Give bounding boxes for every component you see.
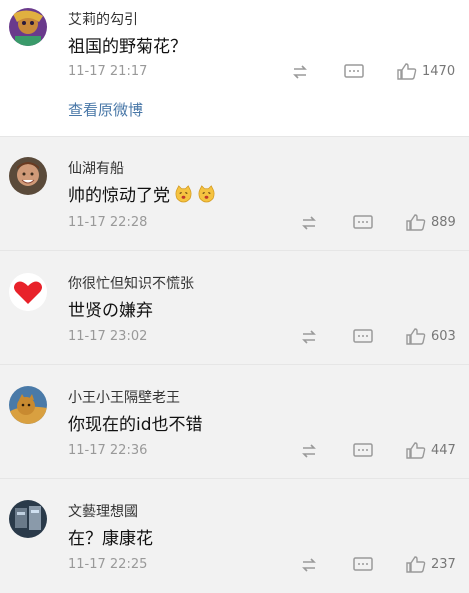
comment-text: 帅的惊动了党	[68, 181, 216, 206]
comment-item: 仙湖有船 帅的惊动了党 11-17 22:28 889	[0, 137, 469, 250]
comment-text-body: 你现在的id也不错	[68, 415, 203, 435]
thumbs-up-icon[interactable]	[405, 555, 427, 573]
username[interactable]: 仙湖有船	[68, 158, 124, 178]
cat-emoji-icon	[197, 184, 216, 203]
comment-text: 你现在的id也不错	[68, 410, 203, 435]
like-count: 889	[431, 215, 456, 230]
avatar[interactable]	[9, 157, 47, 195]
thumbs-up-icon[interactable]	[405, 441, 427, 459]
thumbs-up-icon[interactable]	[405, 327, 427, 345]
like-count: 237	[431, 557, 456, 572]
comment-time: 11-17 23:02	[68, 329, 148, 344]
comment-text: 在？康康花	[68, 524, 153, 549]
avatar[interactable]	[9, 273, 47, 311]
username[interactable]: 艾莉的勾引	[68, 9, 138, 29]
like-count: 447	[431, 443, 456, 458]
repost-icon[interactable]	[298, 214, 320, 232]
comment-text-body: 世贤の嫌弃	[68, 301, 153, 321]
like-count: 1470	[422, 64, 456, 79]
view-original-link[interactable]: 查看原微博	[68, 99, 143, 120]
comment-icon[interactable]	[352, 328, 374, 346]
comment-icon[interactable]	[343, 63, 365, 81]
comment-icon[interactable]	[352, 214, 374, 232]
repost-icon[interactable]	[298, 442, 320, 460]
comment-icon[interactable]	[352, 556, 374, 574]
thumbs-up-icon[interactable]	[396, 62, 418, 80]
avatar[interactable]	[9, 8, 47, 46]
repost-icon[interactable]	[298, 328, 320, 346]
avatar[interactable]	[9, 386, 47, 424]
comment-time: 11-17 21:17	[68, 64, 148, 79]
username[interactable]: 小王小王隔壁老王	[68, 387, 180, 407]
cat-emoji-icon	[174, 184, 193, 203]
like-count: 603	[431, 329, 456, 344]
comment-item: 你很忙但知识不慌张 世贤の嫌弃 11-17 23:02 603	[0, 251, 469, 364]
username[interactable]: 文藝理想國	[68, 501, 138, 521]
comment-time: 11-17 22:28	[68, 215, 148, 230]
comment-text: 祖国的野菊花？	[68, 32, 187, 57]
comment-item: 艾莉的勾引 祖国的野菊花？ 11-17 21:17 1470 查看原微博	[0, 0, 469, 136]
comment-text: 世贤の嫌弃	[68, 296, 153, 321]
username[interactable]: 你很忙但知识不慌张	[68, 273, 194, 293]
comment-icon[interactable]	[352, 442, 374, 460]
comment-time: 11-17 22:36	[68, 443, 148, 458]
repost-icon[interactable]	[298, 556, 320, 574]
comment-item: 文藝理想國 在？康康花 11-17 22:25 237	[0, 479, 469, 593]
comment-text-body: 在？康康花	[68, 529, 153, 549]
comment-time: 11-17 22:25	[68, 557, 148, 572]
comment-text-body: 帅的惊动了党	[68, 186, 170, 206]
avatar[interactable]	[9, 500, 47, 538]
comment-text-body: 祖国的野菊花？	[68, 37, 187, 57]
thumbs-up-icon[interactable]	[405, 213, 427, 231]
repost-icon[interactable]	[289, 63, 311, 81]
comment-item: 小王小王隔壁老王 你现在的id也不错 11-17 22:36 447	[0, 365, 469, 478]
